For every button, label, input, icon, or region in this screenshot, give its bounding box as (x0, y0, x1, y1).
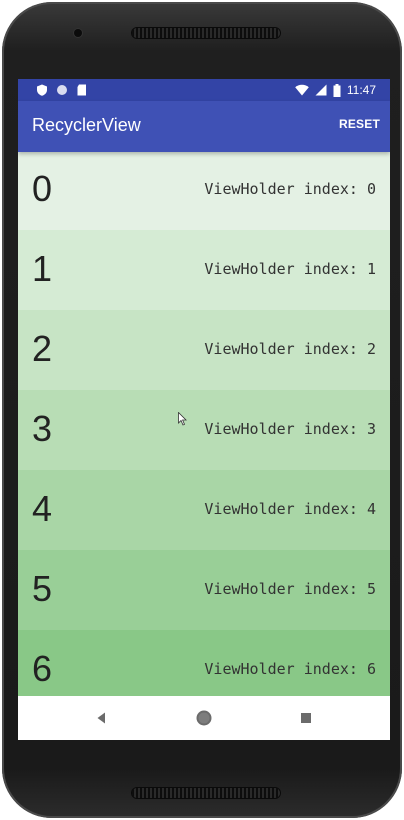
battery-icon (333, 83, 341, 97)
item-number: 1 (32, 248, 53, 289)
shield-icon (37, 84, 47, 96)
item-number: 0 (32, 168, 53, 209)
list-item[interactable]: 5 ViewHolder index: 5 (18, 550, 390, 630)
signal-icon (315, 84, 327, 96)
item-number: 6 (32, 648, 53, 689)
back-icon[interactable] (93, 709, 111, 727)
viewholder-label: ViewHolder index: 6 (204, 660, 376, 678)
reset-button[interactable]: RESET (339, 117, 380, 131)
mouse-cursor-icon (178, 412, 187, 426)
status-left-icons (36, 83, 88, 97)
navigation-bar (18, 696, 390, 740)
list-item[interactable]: 1 ViewHolder index: 1 (18, 230, 390, 310)
list-item[interactable]: 0 ViewHolder index: 0 (18, 152, 390, 230)
status-time: 11:47 (346, 83, 376, 97)
sd-card-icon (77, 84, 86, 96)
app-bar: RecyclerView RESET (18, 101, 390, 152)
list-item[interactable]: 3 ViewHolder index: 3 (18, 390, 390, 470)
viewholder-label: ViewHolder index: 5 (204, 580, 376, 598)
viewholder-label: ViewHolder index: 1 (204, 260, 376, 278)
recycler-list[interactable]: 0 ViewHolder index: 0 1 ViewHolder index: 1… (18, 152, 390, 696)
screen: 11:47 RecyclerView RESET 0 ViewHolder ind… (18, 79, 390, 740)
status-bar: 11:47 (18, 79, 390, 101)
top-speaker (132, 28, 280, 38)
viewholder-label: ViewHolder index: 4 (204, 500, 376, 518)
recents-icon[interactable] (297, 709, 315, 727)
bottom-speaker (132, 788, 280, 798)
viewholder-label: ViewHolder index: 3 (204, 420, 376, 438)
viewholder-label: ViewHolder index: 2 (204, 340, 376, 358)
viewholder-label: ViewHolder index: 0 (204, 180, 376, 198)
list-item[interactable]: 4 ViewHolder index: 4 (18, 470, 390, 550)
status-right-icons: 11:47 (295, 82, 376, 98)
circle-icon (57, 85, 67, 95)
item-number: 3 (32, 408, 53, 449)
item-number: 2 (32, 328, 53, 369)
item-number: 4 (32, 488, 53, 529)
item-number: 5 (32, 568, 53, 609)
front-camera (74, 29, 82, 37)
wifi-icon (295, 84, 309, 96)
phone-frame: 11:47 RecyclerView RESET 0 ViewHolder ind… (2, 2, 402, 818)
list-item[interactable]: 6 ViewHolder index: 6 (18, 630, 390, 696)
list-item[interactable]: 2 ViewHolder index: 2 (18, 310, 390, 390)
home-icon[interactable] (195, 709, 213, 727)
app-title: RecyclerView (32, 115, 141, 135)
